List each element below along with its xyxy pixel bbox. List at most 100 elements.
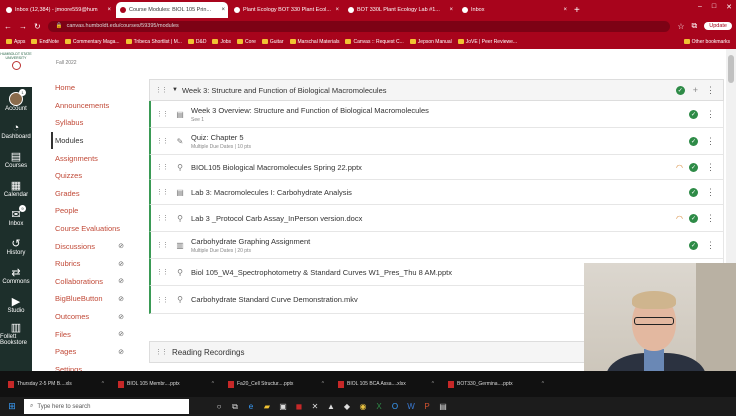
- tab-close-icon[interactable]: ×: [563, 7, 567, 13]
- other-bookmarks[interactable]: Other bookmarks: [683, 39, 736, 45]
- tab-close-icon[interactable]: ×: [221, 7, 225, 13]
- app-icon[interactable]: ✕: [309, 401, 321, 413]
- windows-start-icon[interactable]: ⊞: [0, 397, 24, 416]
- update-button[interactable]: Update: [704, 22, 732, 30]
- module-item-title[interactable]: BIOL105 Biological Macromolecules Spring…: [191, 163, 676, 172]
- module-item[interactable]: ⋮⋮ ✎ Quiz: Chapter 5 Multiple Due Dates | 1…: [149, 128, 724, 155]
- module-item[interactable]: ⋮⋮ ▥ Carbohydrate Graphing Assignment Multi…: [149, 232, 724, 259]
- maximize-icon[interactable]: □: [712, 3, 716, 11]
- outlook-icon[interactable]: O: [389, 401, 401, 413]
- new-tab-icon[interactable]: +: [574, 5, 580, 16]
- drag-handle-icon[interactable]: ⋮⋮: [156, 163, 169, 171]
- bookmark-item[interactable]: Apps: [6, 39, 25, 45]
- bookmark-item[interactable]: Tribeca Shortlist | M...: [125, 39, 182, 45]
- download-item[interactable]: Thursday 2-5 PM B....xls ^: [4, 375, 108, 393]
- course-nav-quizzes[interactable]: Quizzes: [54, 167, 132, 185]
- chevron-up-icon[interactable]: ^: [542, 381, 544, 387]
- scrollbar-thumb[interactable]: [728, 55, 734, 83]
- course-nav-files[interactable]: Files ⊘: [54, 325, 132, 343]
- collapse-caret-icon[interactable]: ▼: [172, 87, 178, 93]
- drag-handle-icon[interactable]: ⋮⋮: [156, 188, 169, 196]
- bookmark-item[interactable]: Guitar: [261, 39, 284, 45]
- address-bar[interactable]: 🔒 canvas.humboldt.edu/courses/59395/modu…: [47, 20, 671, 32]
- published-icon[interactable]: ✓: [689, 240, 698, 250]
- course-nav-people[interactable]: People: [54, 202, 132, 220]
- bookmark-item[interactable]: Core: [237, 39, 256, 45]
- course-nav-assignments[interactable]: Assignments: [54, 149, 132, 167]
- forward-icon[interactable]: →: [19, 22, 27, 31]
- item-options-icon[interactable]: ⋮: [706, 213, 715, 224]
- drag-handle-icon[interactable]: ⋮⋮: [156, 214, 169, 222]
- extensions-icon[interactable]: ⧉: [692, 21, 698, 31]
- course-nav-bigbluebutton[interactable]: BigBlueButton ⊘: [54, 290, 132, 308]
- course-nav-announcements[interactable]: Announcements: [54, 97, 132, 115]
- app-icon[interactable]: ▤: [437, 401, 449, 413]
- global-nav-inbox[interactable]: ✉ 9 Inbox: [0, 203, 32, 232]
- bookmark-item[interactable]: D&D: [187, 39, 206, 45]
- drag-handle-icon[interactable]: ⋮⋮: [155, 86, 168, 94]
- item-options-icon[interactable]: ⋮: [706, 136, 715, 147]
- module-item[interactable]: ⋮⋮ ▤ Week 3 Overview: Structure and Functi…: [149, 101, 724, 128]
- browser-tab[interactable]: Inbox ×: [458, 2, 570, 18]
- item-options-icon[interactable]: ⋮: [706, 187, 715, 198]
- module-item[interactable]: ⋮⋮ ⚲ BIOL105 Biological Macromolecules Spr…: [149, 155, 724, 180]
- back-icon[interactable]: ←: [4, 22, 12, 31]
- bookmark-item[interactable]: EndNote: [31, 39, 59, 45]
- taskbar-search-input[interactable]: ⌕ Type here to search: [24, 399, 189, 414]
- word-icon[interactable]: W: [405, 401, 417, 413]
- course-nav-course-evaluations[interactable]: Course Evaluations: [54, 220, 132, 238]
- module-item-title[interactable]: Quiz: Chapter 5: [191, 133, 683, 142]
- file-explorer-icon[interactable]: ▰: [261, 401, 273, 413]
- app-icon[interactable]: ◆: [341, 401, 353, 413]
- download-item[interactable]: BOT330_Germina....pptx ^: [444, 375, 548, 393]
- published-icon[interactable]: ✓: [689, 109, 698, 119]
- drag-handle-icon[interactable]: ⋮⋮: [156, 137, 169, 145]
- drag-handle-icon[interactable]: ⋮⋮: [156, 268, 169, 276]
- course-nav-discussions[interactable]: Discussions ⊘: [54, 237, 132, 255]
- global-nav-calendar[interactable]: ▦ Calendar: [0, 174, 32, 203]
- global-nav-studio[interactable]: ▶ Studio: [0, 290, 32, 319]
- course-nav-home[interactable]: Home: [54, 79, 132, 97]
- module-item[interactable]: ⋮⋮ ⚲ Lab 3 _Protocol Carb Assay_InPerson v…: [149, 205, 724, 232]
- module-item[interactable]: ⋮⋮ ▤ Lab 3: Macromolecules I: Carbohydrate…: [149, 180, 724, 205]
- item-options-icon[interactable]: ⋮: [706, 240, 715, 251]
- star-icon[interactable]: ☆: [677, 22, 684, 31]
- browser-tab[interactable]: Course Modules: BIOL 105 Prin... ×: [116, 2, 228, 18]
- published-icon[interactable]: ✓: [689, 136, 698, 146]
- global-nav-commons[interactable]: ⇄ Commons: [0, 261, 32, 290]
- course-nav-collaborations[interactable]: Collaborations ⊘: [54, 273, 132, 291]
- tab-close-icon[interactable]: ×: [107, 7, 111, 13]
- module-header[interactable]: ⋮⋮ ▼ Week 3: Structure and Function of B…: [149, 79, 724, 101]
- university-logo[interactable]: HUMBOLDT STATE UNIVERSITY: [0, 49, 32, 87]
- bookmark-item[interactable]: Jobs: [212, 39, 231, 45]
- tab-close-icon[interactable]: ×: [449, 7, 453, 13]
- course-nav-modules[interactable]: Modules: [51, 131, 132, 150]
- chevron-up-icon[interactable]: ^: [102, 381, 104, 387]
- global-nav-dashboard[interactable]: ◔ Dashboard: [0, 116, 32, 145]
- module-item-title[interactable]: Lab 3 _Protocol Carb Assay_InPerson vers…: [191, 214, 676, 223]
- bookmark-item[interactable]: Canvas :: Request C...: [345, 39, 404, 45]
- add-item-icon[interactable]: +: [693, 85, 698, 95]
- course-nav-grades[interactable]: Grades: [54, 185, 132, 203]
- module-item-title[interactable]: Carbohydrate Graphing Assignment: [191, 237, 683, 246]
- app-icon[interactable]: ◼: [293, 401, 305, 413]
- global-nav-account[interactable]: 1 Account: [0, 87, 32, 116]
- mastery-paths-icon[interactable]: ◠: [676, 214, 683, 223]
- cortana-icon[interactable]: ○: [213, 401, 225, 413]
- module-item-title[interactable]: Week 3 Overview: Structure and Function …: [191, 106, 683, 115]
- app-icon[interactable]: ▲: [325, 401, 337, 413]
- chevron-up-icon[interactable]: ^: [212, 381, 214, 387]
- chrome-icon[interactable]: ◉: [357, 401, 369, 413]
- global-nav-courses[interactable]: ▤ Courses: [0, 145, 32, 174]
- powerpoint-icon[interactable]: P: [421, 401, 433, 413]
- item-options-icon[interactable]: ⋮: [706, 109, 715, 120]
- course-nav-outcomes[interactable]: Outcomes ⊘: [54, 308, 132, 326]
- course-nav-pages[interactable]: Pages ⊘: [54, 343, 132, 361]
- task-view-icon[interactable]: ⧉: [229, 401, 241, 413]
- store-icon[interactable]: ▣: [277, 401, 289, 413]
- bookmark-item[interactable]: Marschal Materials: [289, 39, 339, 45]
- course-nav-rubrics[interactable]: Rubrics ⊘: [54, 255, 132, 273]
- download-item[interactable]: Fa20_Cell Structur....pptx ^: [224, 375, 328, 393]
- minimize-icon[interactable]: –: [698, 3, 702, 11]
- drag-handle-icon[interactable]: ⋮⋮: [156, 296, 169, 304]
